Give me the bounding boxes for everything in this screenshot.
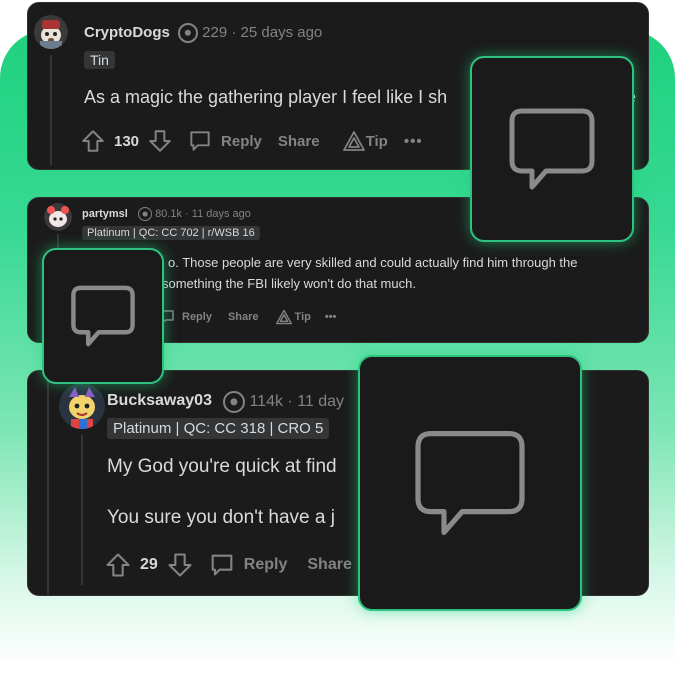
karma-count: 229 xyxy=(202,23,228,41)
share-label: Share xyxy=(227,311,259,323)
reply-button[interactable]: Reply xyxy=(187,128,262,154)
avatar[interactable] xyxy=(44,203,72,231)
tip-button[interactable]: Tip xyxy=(342,130,388,152)
speech-bubble-icon xyxy=(71,285,135,347)
upvote-icon xyxy=(82,130,104,152)
karma-count: 114k xyxy=(249,393,283,411)
user-flair: Platinum | QC: CC 318 | CRO 5 xyxy=(107,418,330,439)
comment-actions: Reply Share Tip ••• xyxy=(158,308,336,326)
comment-meta: 80.1k · 11 days ago xyxy=(138,207,251,221)
reply-label: Reply xyxy=(182,311,212,323)
tip-label: Tip xyxy=(365,132,388,150)
karma-icon xyxy=(223,391,245,413)
avatar[interactable] xyxy=(59,383,105,429)
meta-separator: · xyxy=(287,393,293,411)
reply-icon xyxy=(190,131,210,151)
comment-actions: 130 Reply Share Tip ••• xyxy=(80,128,423,154)
comment-body-line: something the FBI likely won't do that m… xyxy=(162,276,416,291)
more-icon: ••• xyxy=(403,132,423,150)
meta-separator: · xyxy=(185,207,189,220)
downvote-button[interactable] xyxy=(166,551,194,579)
karma-count: 80.1k xyxy=(155,207,182,220)
tip-icon xyxy=(275,309,292,325)
tip-button[interactable]: Tip xyxy=(275,309,311,325)
comment-age[interactable]: 11 day xyxy=(297,393,344,410)
comment-age[interactable]: 11 days ago xyxy=(192,208,251,220)
thread-line[interactable] xyxy=(50,55,52,165)
reply-button[interactable]: Reply xyxy=(208,551,288,579)
reply-label: Reply xyxy=(221,132,262,150)
downvote-icon xyxy=(168,553,192,577)
username[interactable]: CryptoDogs xyxy=(84,24,170,41)
tip-icon xyxy=(342,131,365,151)
share-label: Share xyxy=(277,132,320,150)
tip-label: Tip xyxy=(294,311,311,323)
meta-separator: · xyxy=(231,23,237,41)
share-button[interactable]: Share xyxy=(278,133,320,150)
user-flair: Platinum | QC: CC 702 | r/WSB 16 xyxy=(82,226,260,240)
comment-age[interactable]: 25 days ago xyxy=(241,24,323,41)
avatar[interactable] xyxy=(34,15,68,49)
comment-body-line: o. Those people are very skilled and cou… xyxy=(168,255,578,270)
username[interactable]: partymsl xyxy=(82,208,128,220)
comment-body-line: As a magic the gathering player I feel l… xyxy=(84,87,448,107)
comment-body-line: You sure you don't have a j xyxy=(107,507,335,528)
speech-bubble-icon xyxy=(509,108,595,190)
upvote-icon xyxy=(106,553,130,577)
karma-icon xyxy=(138,207,152,221)
comment-body-line: My God you're quick at find xyxy=(107,456,337,477)
vote-count: 130 xyxy=(114,132,140,150)
downvote-button[interactable] xyxy=(147,128,173,154)
comment-meta: 229 · 25 days ago xyxy=(178,23,322,43)
share-label: Share xyxy=(307,556,352,573)
comment-overlay-2 xyxy=(42,248,164,384)
vote-count: 29 xyxy=(140,556,158,573)
parent-thread-line[interactable] xyxy=(47,371,49,595)
karma-icon xyxy=(178,23,198,43)
downvote-icon xyxy=(149,130,171,152)
upvote-button[interactable] xyxy=(80,128,106,154)
comment-actions: 29 Reply Share xyxy=(104,551,352,579)
reply-icon xyxy=(211,554,233,576)
more-icon: ••• xyxy=(324,311,337,323)
more-options-button[interactable]: ••• xyxy=(325,311,337,323)
comment-meta: 114k · 11 day xyxy=(223,391,344,413)
speech-bubble-icon xyxy=(415,431,525,535)
upvote-button[interactable] xyxy=(104,551,132,579)
user-flair: Tin xyxy=(84,51,115,69)
share-button[interactable]: Share xyxy=(307,556,351,574)
reply-label: Reply xyxy=(243,556,288,573)
comment-overlay-1 xyxy=(470,56,634,242)
comment-overlay-3 xyxy=(358,355,582,611)
share-button[interactable]: Share xyxy=(228,311,259,323)
username[interactable]: Bucksaway03 xyxy=(107,392,212,410)
thread-line[interactable] xyxy=(81,435,83,585)
more-options-button[interactable]: ••• xyxy=(404,133,423,150)
reply-button[interactable]: Reply xyxy=(158,308,212,326)
